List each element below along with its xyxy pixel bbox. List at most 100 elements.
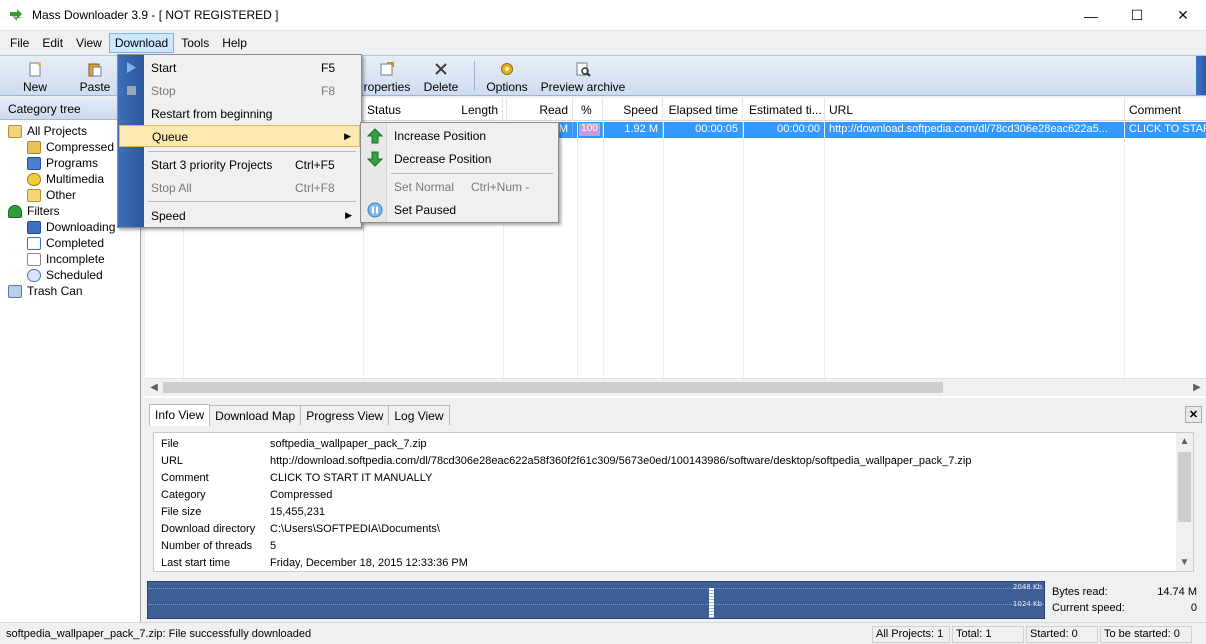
paste-button[interactable]: Paste: [72, 58, 118, 94]
graph-bar: [709, 588, 714, 618]
graph-label-mid: 1024 Kb: [1012, 600, 1042, 608]
menu-item-shortcut: Ctrl+F5: [295, 158, 335, 172]
toolbar-end-cap: [1196, 56, 1206, 95]
cell-percent: 100: [577, 122, 603, 138]
arrow-down-icon: [366, 151, 384, 167]
menu-item-stop-all[interactable]: Stop All Ctrl+F8: [119, 177, 360, 199]
menu-item-set-normal[interactable]: Set Normal Ctrl+Num -: [362, 176, 557, 198]
tree-item-multimedia[interactable]: Multimedia: [27, 171, 104, 187]
pause-icon: [367, 202, 383, 218]
title-bar: Mass Downloader 3.9 - [ NOT REGISTERED ]…: [0, 0, 1206, 31]
info-key: Download directory: [161, 523, 256, 535]
menu-item-speed[interactable]: Speed ▶: [119, 205, 360, 227]
scroll-right-icon[interactable]: ▶: [1188, 379, 1206, 396]
menu-item-increase-position[interactable]: Increase Position: [362, 125, 557, 147]
info-key: URL: [161, 455, 184, 467]
tree-item-incomplete[interactable]: Incomplete: [27, 251, 105, 267]
menu-tools[interactable]: Tools: [175, 33, 215, 53]
tree-item-scheduled[interactable]: Scheduled: [27, 267, 103, 283]
menu-item-shortcut: Ctrl+Num -: [471, 180, 530, 194]
menu-file[interactable]: File: [4, 33, 35, 53]
col-speed[interactable]: Speed: [603, 98, 663, 121]
tree-item-label: Scheduled: [46, 268, 103, 282]
menu-help[interactable]: Help: [216, 33, 253, 53]
scroll-left-icon[interactable]: ◀: [145, 379, 163, 396]
vertical-scrollbar[interactable]: ▲ ▼: [1176, 433, 1193, 571]
trash-icon: [8, 284, 22, 298]
menu-view[interactable]: View: [70, 33, 108, 53]
tree-item-downloading[interactable]: Downloading: [27, 219, 115, 235]
tree-item-completed[interactable]: Completed: [27, 235, 104, 251]
info-row-start-time: Last start time Friday, December 18, 2015…: [161, 557, 468, 574]
percent-badge: 100: [579, 123, 600, 136]
tab-progress-view[interactable]: Progress View: [300, 405, 390, 425]
col-read[interactable]: Read: [503, 98, 573, 121]
gear-icon: [499, 61, 515, 77]
menu-item-decrease-position[interactable]: Decrease Position: [362, 148, 557, 170]
programs-icon: [27, 156, 41, 170]
tree-item-compressed[interactable]: Compressed: [27, 139, 114, 155]
window-title: Mass Downloader 3.9 - [ NOT REGISTERED ]: [32, 8, 279, 22]
toolbar-separator: [474, 61, 475, 91]
menu-item-queue[interactable]: Queue ▶: [119, 125, 360, 147]
status-all-projects: All Projects: 1: [872, 626, 950, 643]
cell-elapsed: 00:00:05: [663, 122, 743, 138]
horizontal-scrollbar[interactable]: ◀ ▶: [145, 378, 1206, 396]
properties-label: roperties: [363, 80, 411, 94]
options-button[interactable]: Options: [484, 58, 530, 94]
menu-item-label: Start 3 priority Projects: [151, 158, 273, 172]
col-url[interactable]: URL: [825, 98, 1125, 121]
tree-item-trash-can[interactable]: Trash Can: [8, 283, 83, 299]
grid-line: [603, 122, 604, 378]
tab-log-view[interactable]: Log View: [388, 405, 450, 425]
scrollbar-thumb[interactable]: [163, 382, 943, 393]
grid-line: [824, 122, 825, 378]
menu-item-restart[interactable]: Restart from beginning: [119, 103, 360, 125]
properties-button[interactable]: roperties: [362, 58, 412, 94]
menu-download[interactable]: Download: [108, 33, 175, 53]
options-label: Options: [486, 80, 528, 94]
scroll-down-icon[interactable]: ▼: [1176, 554, 1193, 571]
menu-item-label: Set Normal: [394, 180, 455, 194]
play-icon: [126, 62, 137, 73]
info-key: Comment: [161, 472, 209, 484]
delete-button[interactable]: Delete: [420, 58, 462, 94]
menu-item-set-paused[interactable]: Set Paused: [362, 199, 557, 221]
queue-submenu: Increase Position Decrease Position Set …: [360, 122, 559, 223]
scroll-up-icon[interactable]: ▲: [1176, 433, 1193, 450]
info-row-category: Category Compressed: [161, 489, 332, 506]
menu-edit[interactable]: Edit: [36, 33, 69, 53]
menu-item-start-priority[interactable]: Start 3 priority Projects Ctrl+F5: [119, 154, 360, 176]
close-panel-button[interactable]: ✕: [1185, 406, 1202, 423]
tree-item-all-projects[interactable]: All Projects: [8, 123, 87, 139]
info-value: C:\Users\SOFTPEDIA\Documents\: [270, 523, 440, 535]
col-elapsed[interactable]: Elapsed time: [663, 98, 743, 121]
status-to-be-started: To be started: 0: [1100, 626, 1192, 643]
grid-line: [743, 122, 744, 378]
col-estimated[interactable]: Estimated ti...: [745, 98, 825, 121]
tab-info-view[interactable]: Info View: [149, 404, 211, 426]
grid-line: [577, 122, 578, 378]
menu-item-start[interactable]: Start F5: [119, 57, 360, 79]
col-length[interactable]: Length: [407, 98, 503, 121]
minimize-button[interactable]: —: [1068, 0, 1114, 31]
col-percent[interactable]: %: [577, 98, 603, 121]
tree-item-other[interactable]: Other: [27, 187, 76, 203]
preview-archive-button[interactable]: Preview archive: [540, 58, 626, 94]
info-value: Friday, December 18, 2015 12:33:36 PM: [270, 557, 468, 569]
close-button[interactable]: ✕: [1160, 0, 1206, 31]
tree-item-label: Incomplete: [46, 252, 105, 266]
scrollbar-thumb[interactable]: [1178, 452, 1191, 522]
delete-icon: [433, 61, 449, 77]
new-button[interactable]: New: [14, 58, 56, 94]
maximize-button[interactable]: ☐: [1114, 0, 1160, 31]
tree-item-filters[interactable]: Filters: [8, 203, 60, 219]
info-row-comment: Comment CLICK TO START IT MANUALLY: [161, 472, 432, 489]
tree-item-programs[interactable]: Programs: [27, 155, 98, 171]
tab-download-map[interactable]: Download Map: [209, 405, 302, 425]
info-tabs: Info View Download Map Progress View Log…: [149, 404, 450, 426]
grid-line: [663, 122, 664, 378]
menu-item-stop[interactable]: Stop F8: [119, 80, 360, 102]
cell-url: http://download.softpedia.com/dl/78cd306…: [825, 122, 1125, 138]
col-comment[interactable]: Comment: [1125, 98, 1206, 121]
